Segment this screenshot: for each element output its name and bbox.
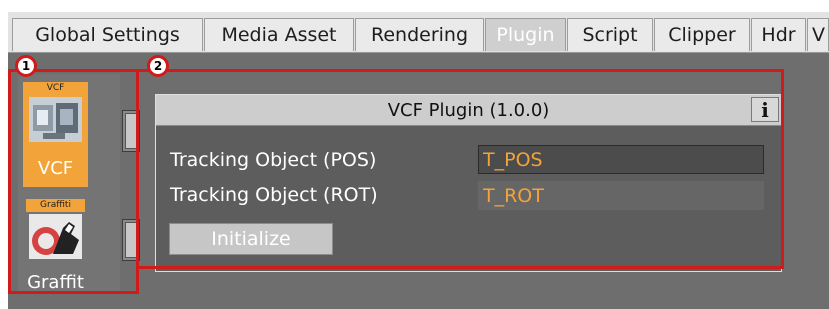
annotation-marker-2: 2 xyxy=(147,55,169,77)
tab-global-settings[interactable]: Global Settings xyxy=(12,18,203,51)
tab-plugin[interactable]: Plugin xyxy=(485,18,566,51)
tab-script[interactable]: Script xyxy=(567,18,653,51)
annotation-box-1 xyxy=(8,69,139,294)
tab-clipper[interactable]: Clipper xyxy=(654,18,750,51)
annotation-marker-1: 1 xyxy=(15,55,37,77)
tab-media-asset[interactable]: Media Asset xyxy=(204,18,354,51)
tab-v[interactable]: V xyxy=(807,18,829,51)
annotation-box-2 xyxy=(136,69,784,269)
tab-hdr[interactable]: Hdr xyxy=(751,18,806,51)
tab-bar: Global Settings Media Asset Rendering Pl… xyxy=(8,12,829,53)
tab-rendering[interactable]: Rendering xyxy=(355,18,484,51)
